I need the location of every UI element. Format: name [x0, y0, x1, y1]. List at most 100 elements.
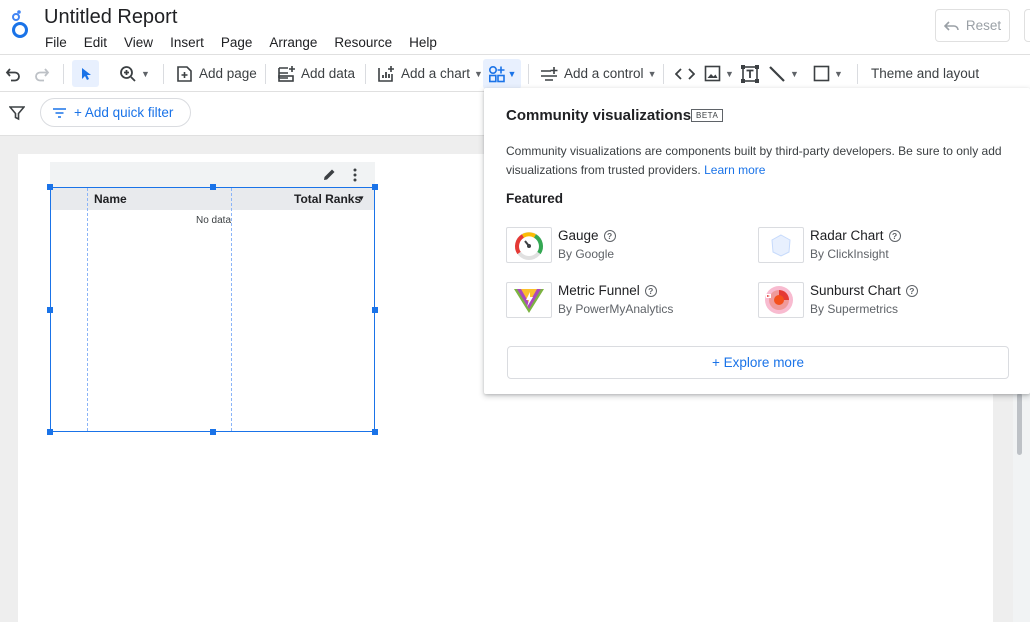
shape-caret-icon: ▼: [834, 68, 843, 79]
gauge-name-text: Gauge: [558, 228, 599, 243]
add-chart-button[interactable]: Add a chart ▼: [377, 55, 483, 92]
undo-icon: [5, 67, 20, 81]
add-data-label: Add data: [301, 66, 356, 81]
gauge-thumbnail: [506, 227, 552, 263]
zoom-button[interactable]: ▼: [119, 55, 150, 92]
radar-chart-thumbnail: [758, 227, 804, 263]
add-page-button[interactable]: Add page: [176, 55, 257, 92]
gauge-icon: [515, 232, 543, 260]
explore-more-button[interactable]: + Explore more: [507, 346, 1009, 379]
community-visualizations-button[interactable]: ▼: [483, 59, 521, 89]
report-title[interactable]: Untitled Report: [44, 6, 177, 29]
add-page-icon: [177, 65, 192, 82]
toolbar-divider: [63, 64, 64, 84]
add-control-icon: [541, 66, 558, 81]
featured-heading: Featured: [506, 191, 564, 206]
menu-resource[interactable]: Resource: [334, 35, 392, 50]
help-icon[interactable]: ?: [905, 285, 918, 297]
radar-chart-name-text: Radar Chart: [810, 228, 884, 243]
radar-chart-icon: [771, 234, 791, 257]
image-button[interactable]: ▼: [704, 55, 734, 92]
select-tool-button[interactable]: [72, 60, 99, 87]
undo-button[interactable]: [5, 55, 21, 92]
popup-description: Community visualizations are components …: [506, 142, 1006, 180]
column-divider: [87, 188, 88, 431]
help-icon[interactable]: ?: [603, 230, 616, 242]
toolbar-divider: [265, 64, 266, 84]
add-data-button[interactable]: Add data: [277, 55, 355, 92]
viz-item-radar-chart[interactable]: Radar Chart? By ClickInsight: [758, 227, 1008, 267]
sunburst-chart-thumbnail: [758, 282, 804, 318]
cursor-arrow-icon: [81, 67, 91, 80]
menu-view[interactable]: View: [124, 35, 153, 50]
add-control-button[interactable]: Add a control ▼: [540, 55, 656, 92]
line-button[interactable]: ▼: [768, 55, 799, 92]
app-header: Untitled Report File Edit View Insert Pa…: [0, 0, 1030, 54]
metric-funnel-name-text: Metric Funnel: [558, 283, 640, 298]
line-icon: [769, 65, 785, 82]
theme-layout-label: Theme and layout: [871, 66, 980, 81]
resize-handle-right[interactable]: [372, 307, 378, 313]
resize-handle-bottom-right[interactable]: [372, 429, 378, 435]
redo-button[interactable]: [34, 55, 50, 92]
toolbar: ▼ Add page Add data Add a chart ▼ ▼ Add …: [0, 54, 1030, 92]
resize-handle-bottom[interactable]: [210, 429, 216, 435]
community-viz-icon: [488, 65, 505, 83]
toolbar-divider: [663, 64, 664, 84]
zoom-in-icon: [120, 65, 136, 82]
metric-funnel-name: Metric Funnel?: [558, 283, 657, 298]
add-control-label: Add a control: [564, 66, 644, 81]
line-caret-icon: ▼: [790, 68, 799, 79]
toolbar-divider: [528, 64, 529, 84]
toolbar-divider: [163, 64, 164, 84]
add-control-caret-icon: ▼: [647, 68, 657, 79]
popup-title: Community visualizations: [506, 107, 692, 124]
menu-page[interactable]: Page: [221, 35, 253, 50]
shape-button[interactable]: ▼: [813, 55, 843, 92]
column-header-total-ranks[interactable]: Total Ranks: [294, 192, 361, 206]
resize-handle-top-right[interactable]: [372, 184, 378, 190]
add-quick-filter-label: + Add quick filter: [74, 105, 174, 120]
help-icon[interactable]: ?: [888, 230, 901, 242]
resize-handle-top[interactable]: [210, 184, 216, 190]
sort-descending-icon: ▾: [359, 193, 364, 203]
image-icon: [704, 65, 721, 82]
metric-funnel-thumbnail: [506, 282, 552, 318]
image-caret-icon: ▼: [725, 68, 734, 79]
looker-studio-logo[interactable]: [8, 8, 32, 40]
reset-button[interactable]: Reset: [935, 9, 1010, 42]
resize-handle-top-left[interactable]: [47, 184, 53, 190]
toolbar-divider: [857, 64, 858, 84]
gauge-name: Gauge?: [558, 228, 616, 243]
add-page-label: Add page: [199, 66, 257, 81]
add-quick-filter-button[interactable]: + Add quick filter: [40, 98, 191, 127]
resize-handle-left[interactable]: [47, 307, 53, 313]
header-extra-button[interactable]: [1024, 9, 1030, 42]
menu-arrange[interactable]: Arrange: [269, 35, 317, 50]
menu-insert[interactable]: Insert: [170, 35, 204, 50]
more-options-icon[interactable]: [353, 168, 357, 182]
menu-edit[interactable]: Edit: [84, 35, 107, 50]
community-viz-caret-icon: ▼: [507, 69, 517, 79]
scrollbar-thumb[interactable]: [1017, 393, 1022, 455]
menu-help[interactable]: Help: [409, 35, 437, 50]
menu-file[interactable]: File: [45, 35, 67, 50]
edit-pencil-icon[interactable]: [323, 168, 336, 181]
table-chart[interactable]: Name Total Ranks ▾ No data: [50, 187, 375, 432]
learn-more-link[interactable]: Learn more: [704, 163, 765, 177]
sunburst-chart-author: By Supermetrics: [810, 302, 899, 316]
metric-funnel-icon: [514, 289, 544, 313]
column-header-name[interactable]: Name: [94, 192, 127, 206]
viz-item-metric-funnel[interactable]: Metric Funnel? By PowerMyAnalytics: [506, 282, 746, 322]
filter-icon[interactable]: [9, 105, 25, 121]
embed-code-button[interactable]: [675, 55, 695, 92]
undo-arrow-icon: [943, 20, 959, 31]
text-box-button[interactable]: [741, 55, 759, 92]
help-icon[interactable]: ?: [644, 285, 657, 297]
menu-bar: File Edit View Insert Page Arrange Resou…: [45, 35, 454, 50]
resize-handle-bottom-left[interactable]: [47, 429, 53, 435]
theme-layout-button[interactable]: Theme and layout: [871, 55, 979, 92]
viz-item-sunburst-chart[interactable]: Sunburst Chart? By Supermetrics: [758, 282, 1008, 322]
toolbar-divider: [365, 64, 366, 84]
viz-item-gauge[interactable]: Gauge? By Google: [506, 227, 746, 267]
